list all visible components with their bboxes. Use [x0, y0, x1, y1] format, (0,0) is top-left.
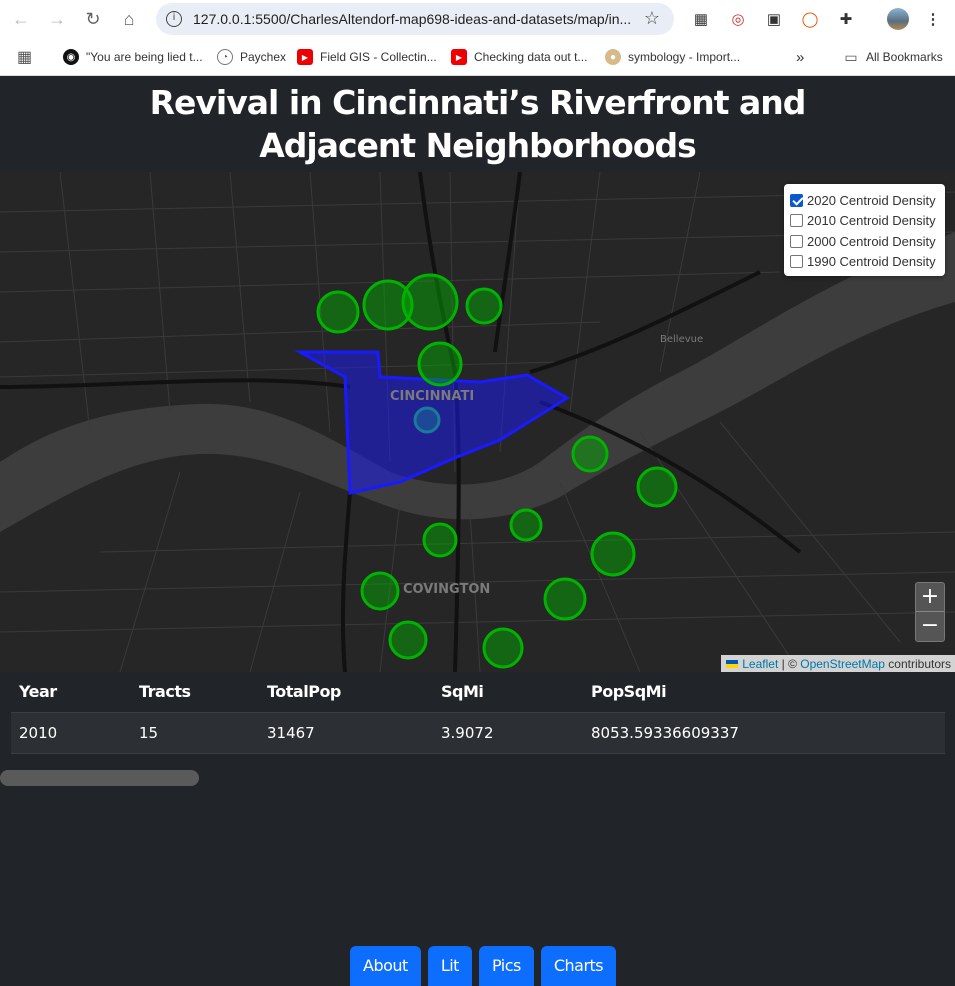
cell-sqmi: 3.9072 — [433, 712, 583, 754]
all-bookmarks-button[interactable]: ▭ All Bookmarks — [843, 48, 943, 66]
bookmark-label: symbology - Import... — [628, 50, 741, 64]
table-row: 2010 15 31467 3.9072 8053.59336609337 — [11, 712, 945, 754]
all-bookmarks-label: All Bookmarks — [866, 50, 943, 64]
table-header-row: Year Tracts TotalPop SqMi PopSqMi — [11, 672, 945, 713]
bookmark-item[interactable]: ◉ "You are being lied t... — [63, 48, 203, 66]
bookmarks-overflow-button[interactable]: » — [796, 48, 804, 66]
browser-toolbar: ← → ↻ ⌂ i 127.0.0.1:5500/CharlesAltendor… — [0, 0, 955, 38]
label-bellevue: Bellevue — [660, 334, 703, 345]
header-totalpop: TotalPop — [259, 672, 433, 713]
checkbox-2010[interactable] — [790, 214, 803, 228]
bookmark-star-icon[interactable]: ☆ — [644, 8, 660, 29]
checkbox-2020[interactable] — [790, 193, 803, 207]
bookmarks-bar: ▦ ◉ "You are being lied t... ◔ Paychex ▶… — [0, 38, 955, 76]
nav-pics-button[interactable]: Pics — [478, 946, 534, 986]
apps-grid-icon[interactable]: ▦ — [17, 48, 32, 66]
page-title-line2: Adjacent Neighborhoods — [259, 126, 697, 165]
layer-1990[interactable]: 1990 Centroid Density — [790, 252, 939, 273]
paychex-icon: ◔ — [217, 49, 233, 65]
footer-nav: About Lit Pics Charts — [350, 946, 617, 986]
osm-link[interactable]: OpenStreetMap — [800, 657, 885, 671]
extension-square-icon[interactable]: ▣ — [763, 8, 785, 30]
header-popsqmi: PopSqMi — [583, 672, 945, 713]
nav-about-button[interactable]: About — [350, 946, 421, 986]
address-bar[interactable]: i 127.0.0.1:5500/CharlesAltendorf-map698… — [156, 3, 674, 35]
bookmark-label: Paychex — [240, 50, 287, 64]
layer-label: 2020 Centroid Density — [807, 192, 936, 208]
extension-red-icon[interactable]: ◎ — [727, 8, 749, 30]
zoom-control: + − — [915, 582, 945, 642]
layer-2010[interactable]: 2010 Centroid Density — [790, 211, 939, 232]
browser-menu-icon[interactable]: ⋮ — [922, 8, 944, 30]
folder-icon: ▭ — [844, 48, 858, 65]
url-text[interactable]: 127.0.0.1:5500/CharlesAltendorf-map698-i… — [193, 11, 633, 27]
header-sqmi: SqMi — [433, 672, 583, 713]
bookmark-label: "You are being lied t... — [86, 50, 203, 64]
reload-icon[interactable]: ↻ — [81, 7, 105, 31]
layer-2020[interactable]: 2020 Centroid Density — [790, 190, 939, 211]
bookmark-item[interactable]: ▶ Field GIS - Collectin... — [297, 48, 437, 66]
layer-label: 2010 Centroid Density — [807, 213, 936, 229]
bookmark-item[interactable]: ● symbology - Import... — [605, 48, 740, 66]
bookmark-label: Checking data out t... — [474, 50, 588, 64]
bookmark-item[interactable]: ◔ Paychex — [217, 48, 286, 66]
home-icon[interactable]: ⌂ — [117, 7, 141, 31]
layer-2000[interactable]: 2000 Centroid Density — [790, 231, 939, 252]
header-tracts: Tracts — [131, 672, 259, 713]
nav-lit-button[interactable]: Lit — [427, 946, 472, 986]
header-year: Year — [11, 672, 131, 713]
cell-popsqmi: 8053.59336609337 — [583, 712, 945, 754]
data-table: Year Tracts TotalPop SqMi PopSqMi 2010 1… — [11, 672, 945, 754]
cell-totalpop: 31467 — [259, 712, 433, 754]
leaflet-link[interactable]: Leaflet — [742, 657, 778, 671]
youtube-icon: ▶ — [451, 49, 467, 65]
cell-year: 2010 — [11, 712, 131, 754]
site-info-icon[interactable]: i — [166, 11, 182, 27]
eye-icon: ◉ — [63, 49, 79, 65]
attribution-suffix: contributors — [884, 657, 951, 671]
attribution-separator: | © — [778, 657, 801, 671]
bookmark-label: Field GIS - Collectin... — [320, 50, 437, 64]
profile-avatar[interactable] — [887, 8, 909, 30]
cell-tracts: 15 — [131, 712, 259, 754]
horizontal-scrollbar[interactable] — [0, 770, 199, 786]
page-title-line1: Revival in Cincinnati’s Riverfront and — [149, 83, 807, 122]
map[interactable]: CINCINNATI COVINGTON Bellevue 2020 Centr… — [0, 172, 955, 672]
map-attribution: Leaflet | © OpenStreetMap contributors — [721, 655, 955, 672]
zoom-in-button[interactable]: + — [916, 583, 944, 612]
symbology-icon: ● — [605, 49, 621, 65]
back-arrow-icon[interactable]: ← — [9, 7, 33, 31]
label-cincinnati: CINCINNATI — [390, 389, 474, 404]
ukraine-flag-icon — [726, 660, 739, 668]
youtube-icon: ▶ — [297, 49, 313, 65]
checkbox-2000[interactable] — [790, 234, 803, 248]
qr-code-icon[interactable]: ▦ — [690, 8, 712, 30]
bookmark-item[interactable]: ▶ Checking data out t... — [451, 48, 587, 66]
page-header: Revival in Cincinnati’s Riverfront and A… — [0, 77, 955, 173]
layer-label: 1990 Centroid Density — [807, 254, 936, 270]
zoom-out-button[interactable]: − — [916, 612, 944, 641]
forward-arrow-icon[interactable]: → — [45, 7, 69, 31]
extensions-puzzle-icon[interactable]: ✚ — [835, 8, 857, 30]
extension-ring-icon[interactable]: ◯ — [799, 8, 821, 30]
layer-control: 2020 Centroid Density 2010 Centroid Dens… — [784, 184, 945, 276]
label-covington: COVINGTON — [403, 582, 490, 597]
nav-charts-button[interactable]: Charts — [540, 946, 617, 986]
checkbox-1990[interactable] — [790, 255, 803, 269]
layer-label: 2000 Centroid Density — [807, 233, 936, 249]
